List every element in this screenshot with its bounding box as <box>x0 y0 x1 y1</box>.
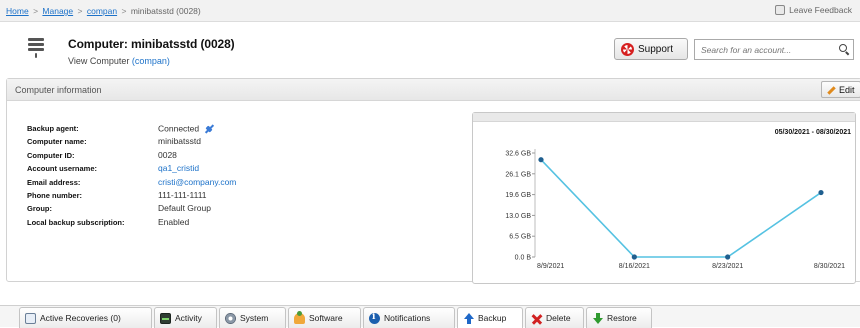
page-subtitle: View Computer (compan) <box>68 56 170 66</box>
system-icon <box>225 312 236 324</box>
tab-label: Restore <box>607 313 637 323</box>
lifebuoy-icon <box>621 42 634 56</box>
y-tick-label: 6.5 GB <box>509 234 531 241</box>
backup-size-chart: 05/30/2021 - 08/30/2021 0.0 B 6.5 GB 13.0 … <box>472 112 856 284</box>
plug-connected-icon <box>203 123 215 135</box>
info-label: Computer name: <box>27 137 87 147</box>
tab-delete[interactable]: Delete <box>525 307 584 328</box>
support-label: Support <box>638 43 674 55</box>
info-label: Backup agent: <box>27 124 79 133</box>
info-label: Computer ID: <box>27 150 75 160</box>
breadcrumb-separator: > <box>121 6 127 16</box>
breadcrumb: Home > Manage > compan > minibatsstd (00… <box>6 6 201 16</box>
breadcrumb-manage[interactable]: Manage <box>42 6 73 16</box>
x-tick-label: 8/9/2021 <box>537 263 564 270</box>
tab-label: Active Recoveries (0) <box>40 313 121 323</box>
info-label: Group: <box>27 204 52 214</box>
info-value: 0028 <box>158 149 177 160</box>
notifications-icon <box>369 312 380 324</box>
info-value: 111-111-1111 <box>158 189 207 200</box>
computer-header: Computer: minibatsstd (0028) View Comput… <box>0 22 860 72</box>
chart-date-range: 05/30/2021 - 08/30/2021 <box>775 129 851 136</box>
tab-label: Activity <box>175 313 202 323</box>
y-tick-label: 32.6 GB <box>505 151 531 158</box>
support-button[interactable]: Support <box>614 38 688 60</box>
breadcrumb-current: minibatsstd (0028) <box>130 6 201 16</box>
tab-label: System <box>240 313 269 323</box>
activity-icon <box>160 312 171 324</box>
breadcrumb-separator: > <box>77 6 83 16</box>
breadcrumb-company[interactable]: compan <box>87 6 117 16</box>
server-icon <box>28 38 44 62</box>
tab-label: Backup <box>478 313 507 323</box>
subtitle-prefix: View Computer <box>68 56 130 66</box>
breadcrumb-home[interactable]: Home <box>6 6 29 16</box>
pencil-icon <box>826 85 836 95</box>
company-link[interactable]: (compan) <box>132 56 170 66</box>
series-line <box>540 159 822 258</box>
x-tick-label: 8/16/2021 <box>619 263 650 270</box>
tab-label: Software <box>309 313 343 323</box>
leave-feedback-label: Leave Feedback <box>789 5 852 15</box>
delete-icon <box>531 313 542 324</box>
data-point <box>818 189 824 196</box>
backup-agent-status: Connected <box>158 123 200 134</box>
y-tick-label: 0.0 B <box>515 255 532 262</box>
edit-label: Edit <box>839 84 855 95</box>
recover-icon <box>25 312 36 324</box>
breadcrumb-separator: > <box>33 6 39 16</box>
info-value: Default Group <box>158 203 211 214</box>
tab-restore[interactable]: Restore <box>586 307 652 328</box>
account-username-link[interactable]: qa1_cristid <box>158 163 199 173</box>
info-value: minibatsstd <box>158 136 201 147</box>
software-icon <box>294 310 305 324</box>
tab-activity[interactable]: Activity <box>154 307 217 328</box>
tab-label: Notifications <box>384 313 431 323</box>
y-tick-label: 19.6 GB <box>505 192 531 199</box>
account-search-input[interactable] <box>694 39 854 60</box>
computer-tabs: Active Recoveries (0) Activity System Softw… <box>0 305 860 328</box>
tab-backup[interactable]: Backup <box>457 307 523 328</box>
info-label: Local backup subscription: <box>27 217 125 227</box>
feedback-icon <box>775 5 786 15</box>
x-tick-label: 8/30/2021 <box>814 263 845 270</box>
panel-title: Computer information <box>15 85 102 95</box>
tab-notifications[interactable]: Notifications <box>363 307 455 328</box>
leave-feedback-link[interactable]: Leave Feedback <box>775 5 852 15</box>
x-tick-label: 8/23/2021 <box>712 263 743 270</box>
computer-information-panel: Computer information Edit Backup agent: … <box>6 78 860 284</box>
backup-size-line-chart: 05/30/2021 - 08/30/2021 0.0 B 6.5 GB 13.0 … <box>505 129 851 270</box>
y-tick-label: 26.1 GB <box>505 171 531 178</box>
page-title: Computer: minibatsstd (0028) <box>68 37 235 51</box>
restore-icon <box>592 312 603 324</box>
search-icon[interactable] <box>839 44 849 54</box>
data-point <box>725 254 731 260</box>
panel-header: Computer information Edit <box>7 79 860 101</box>
info-label: Phone number: <box>27 190 83 200</box>
info-label: Account username: <box>27 164 98 174</box>
tab-software[interactable]: Software <box>288 307 361 328</box>
info-value: Enabled <box>158 216 190 227</box>
breadcrumb-bar: Home > Manage > compan > minibatsstd (00… <box>0 0 860 22</box>
email-link[interactable]: cristi@company.com <box>158 177 236 187</box>
backup-icon <box>463 312 474 324</box>
tab-label: Delete <box>546 313 571 323</box>
tab-recover[interactable]: Active Recoveries (0) <box>19 307 152 328</box>
data-point <box>631 254 637 260</box>
edit-button[interactable]: Edit <box>821 81 860 98</box>
tab-system[interactable]: System <box>219 307 286 328</box>
data-point <box>538 157 544 163</box>
info-label: Email address: <box>27 177 81 187</box>
y-tick-label: 13.0 GB <box>505 213 531 220</box>
info-value: Connected <box>158 123 215 135</box>
